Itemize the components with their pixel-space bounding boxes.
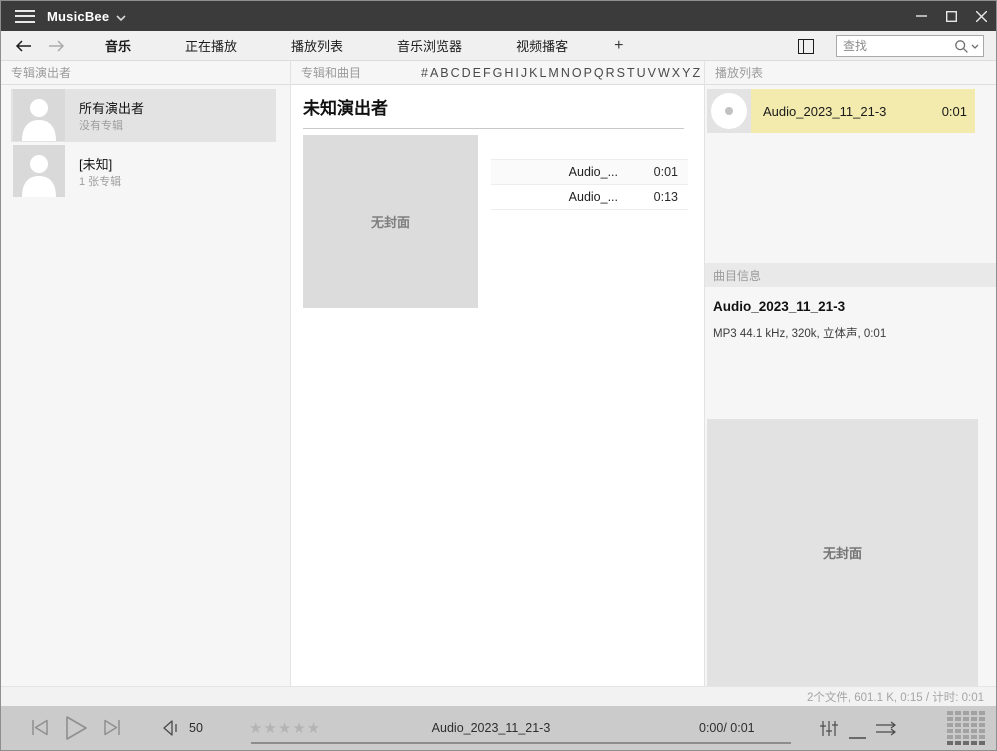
app-title[interactable]: MusicBee <box>47 9 109 24</box>
albums-tracks-body: 未知演出者 无封面 Audio_... 0:01 Audio_... 0:13 <box>291 85 704 686</box>
tab-music[interactable]: 音乐 <box>91 36 145 55</box>
musicbee-window: MusicBee 音乐 正在播放 播放列表 音乐浏览器 视频播客 + <box>0 0 997 751</box>
spectrum-visualizer[interactable] <box>947 711 985 745</box>
minimize-button[interactable] <box>906 1 936 31</box>
chevron-down-icon[interactable] <box>116 15 126 21</box>
playing-tracks-panel: 播放列表 Audio_2023_11_21-3 0:01 曲目信息 Audio_… <box>704 61 996 686</box>
progress-bar[interactable] <box>251 742 791 744</box>
album-artists-header: 专辑演出者 <box>1 61 290 85</box>
tab-now-playing[interactable]: 正在播放 <box>171 36 251 55</box>
search-icon[interactable] <box>954 39 983 54</box>
track-list: Audio_... 0:01 Audio_... 0:13 <box>491 159 688 210</box>
volume-icon[interactable] <box>162 720 182 741</box>
tab-video-podcasts[interactable]: 视频播客 <box>502 36 582 55</box>
main-area: 专辑演出者 所有演出者 没有专辑 [未知] <box>1 61 996 686</box>
track-name: Audio_... <box>491 165 632 179</box>
alphabet-jump-bar[interactable]: #ABCDEFGHIJKLMNOPQRSTUVWXYZ <box>421 61 702 85</box>
playing-tracks-header: 播放列表 <box>705 61 996 85</box>
search-options-chevron-icon <box>971 44 979 49</box>
back-arrow-icon[interactable] <box>15 40 32 52</box>
track-time: 0:13 <box>632 190 688 204</box>
track-row[interactable]: Audio_... 0:13 <box>491 185 688 210</box>
play-button[interactable] <box>63 715 89 746</box>
tab-music-browser[interactable]: 音乐浏览器 <box>383 36 476 55</box>
player-time: 0:00/ 0:01 <box>699 721 755 735</box>
artist-item-all[interactable]: 所有演出者 没有专辑 <box>11 89 276 142</box>
search-input[interactable] <box>837 39 954 53</box>
track-time: 0:01 <box>632 165 688 179</box>
status-text: 2个文件, 601.1 K, 0:15 / 计时: 0:01 <box>807 689 984 705</box>
person-icon <box>13 145 65 197</box>
hamburger-menu-icon[interactable] <box>15 10 35 23</box>
panel-layout-icon[interactable] <box>798 39 814 54</box>
track-name: Audio_... <box>491 190 632 204</box>
person-icon <box>13 89 65 141</box>
shuffle-icon[interactable] <box>875 721 898 741</box>
title-bar: MusicBee <box>1 1 996 31</box>
artist-detail: 1 张专辑 <box>79 173 121 189</box>
albums-tracks-header: 专辑和曲目 <box>301 64 361 81</box>
artist-heading: 未知演出者 <box>303 94 684 129</box>
player-bar: 50 ★★★★★ Audio_2023_11_21-3 0:00/ 0:01 <box>1 706 996 750</box>
no-cover-label: 无封面 <box>371 212 410 231</box>
track-info-title: Audio_2023_11_21-3 <box>713 299 845 314</box>
tab-strip: 音乐 正在播放 播放列表 音乐浏览器 视频播客 + <box>91 36 623 55</box>
artist-avatar <box>13 145 65 197</box>
player-track-title: Audio_2023_11_21-3 <box>331 721 651 735</box>
star-rating[interactable]: ★★★★★ <box>249 719 321 737</box>
album-artists-panel: 专辑演出者 所有演出者 没有专辑 [未知] <box>1 61 291 686</box>
album-cover-placeholder[interactable]: 无封面 <box>303 135 478 308</box>
track-row[interactable]: Audio_... 0:01 <box>491 160 688 185</box>
equalizer-icon[interactable] <box>819 720 839 742</box>
volume-level: 50 <box>189 721 203 735</box>
new-tab-button[interactable]: + <box>614 37 623 55</box>
artist-detail: 没有专辑 <box>79 117 123 133</box>
artist-name: [未知] <box>79 154 112 173</box>
artist-item-unknown[interactable]: [未知] 1 张专辑 <box>11 145 276 198</box>
next-track-button[interactable] <box>101 719 123 741</box>
status-bar: 2个文件, 601.1 K, 0:15 / 计时: 0:01 <box>1 686 996 706</box>
albums-tracks-panel: 专辑和曲目 #ABCDEFGHIJKLMNOPQRSTUVWXYZ 未知演出者 … <box>291 61 704 686</box>
forward-arrow-icon[interactable] <box>48 40 65 52</box>
tab-playlists[interactable]: 播放列表 <box>277 36 357 55</box>
track-info-cover-placeholder: 无封面 <box>707 419 978 686</box>
search-box <box>836 35 984 57</box>
artist-name: 所有演出者 <box>79 98 144 117</box>
now-playing-row[interactable]: Audio_2023_11_21-3 0:01 <box>707 89 975 133</box>
maximize-button[interactable] <box>936 1 966 31</box>
close-button[interactable] <box>966 1 996 31</box>
track-info-header: 曲目信息 <box>705 263 996 287</box>
previous-track-button[interactable] <box>29 719 51 741</box>
artist-avatar <box>13 89 65 141</box>
now-playing-title: Audio_2023_11_21-3 <box>751 104 942 119</box>
tab-bar: 音乐 正在播放 播放列表 音乐浏览器 视频播客 + <box>1 31 996 61</box>
now-playing-time: 0:01 <box>942 104 975 119</box>
track-info-details: MP3 44.1 kHz, 320k, 立体声, 0:01 <box>713 325 886 341</box>
window-controls <box>906 1 996 31</box>
collapse-player-icon[interactable] <box>849 727 866 745</box>
cd-icon <box>707 89 751 133</box>
no-cover-label: 无封面 <box>823 543 862 562</box>
